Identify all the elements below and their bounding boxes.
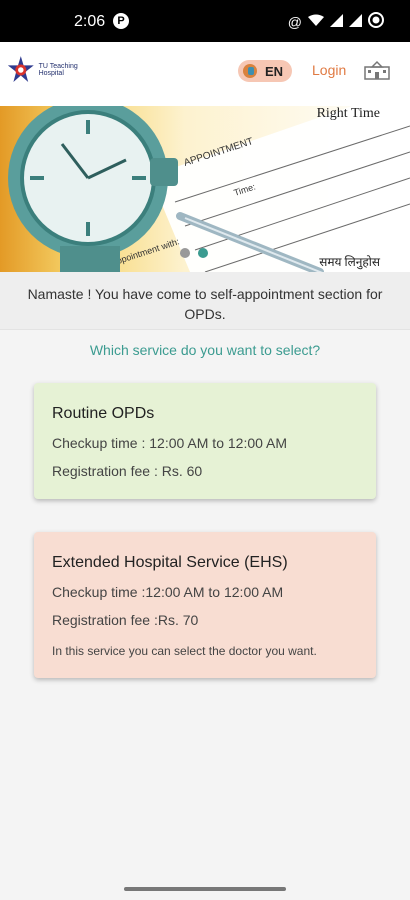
language-toggle-icon xyxy=(243,64,257,78)
gesture-nav-handle[interactable] xyxy=(124,887,286,891)
service-card-ehs[interactable]: Extended Hospital Service (EHS) Checkup … xyxy=(34,532,376,678)
language-toggle[interactable]: EN xyxy=(238,60,292,82)
status-time: 2:06 xyxy=(74,13,106,30)
hospital-icon[interactable] xyxy=(364,60,390,80)
login-link[interactable]: Login xyxy=(312,62,346,78)
carousel-dot-active[interactable] xyxy=(198,248,208,258)
signal-icon xyxy=(349,13,362,30)
banner-title: Right Time xyxy=(316,106,380,121)
logo-star-icon xyxy=(7,56,34,83)
logo-text: TU Teaching Hospital xyxy=(38,63,78,77)
registration-fee: Registration fee :Rs. 70 xyxy=(52,612,199,628)
status-icons: @ xyxy=(288,12,384,31)
at-icon: @ xyxy=(287,13,302,30)
carousel-indicators xyxy=(180,248,208,258)
status-bar: 2:06 P @ xyxy=(0,0,410,42)
banner-carousel[interactable]: APPOINTMENT Time: Appointment with: Righ… xyxy=(0,106,410,272)
notification-badge: P xyxy=(113,13,129,29)
language-label: EN xyxy=(265,63,284,79)
signal-icon xyxy=(330,13,343,30)
wifi-icon xyxy=(308,14,324,30)
carousel-dot[interactable] xyxy=(180,248,190,258)
service-title: Routine OPDs xyxy=(52,405,155,422)
service-card-routine-opd[interactable]: Routine OPDs Checkup time : 12:00 AM to … xyxy=(34,383,376,499)
banner-caption: समय लिनुहोस xyxy=(319,255,380,269)
service-note: In this service you can select the docto… xyxy=(52,644,317,658)
intro-text: Namaste ! You have come to self-appointm… xyxy=(0,272,410,330)
checkup-time: Checkup time :12:00 AM to 12:00 AM xyxy=(52,584,284,600)
service-question: Which service do you want to select? xyxy=(89,342,321,358)
app-header: TU Teaching Hospital EN Login xyxy=(0,42,410,106)
service-title: Extended Hospital Service (EHS) xyxy=(52,554,288,571)
checkup-time: Checkup time : 12:00 AM to 12:00 AM xyxy=(52,435,288,451)
hospital-logo[interactable]: TU Teaching Hospital xyxy=(6,50,100,90)
registration-fee: Registration fee : Rs. 60 xyxy=(52,463,203,479)
battery-icon xyxy=(368,12,384,31)
